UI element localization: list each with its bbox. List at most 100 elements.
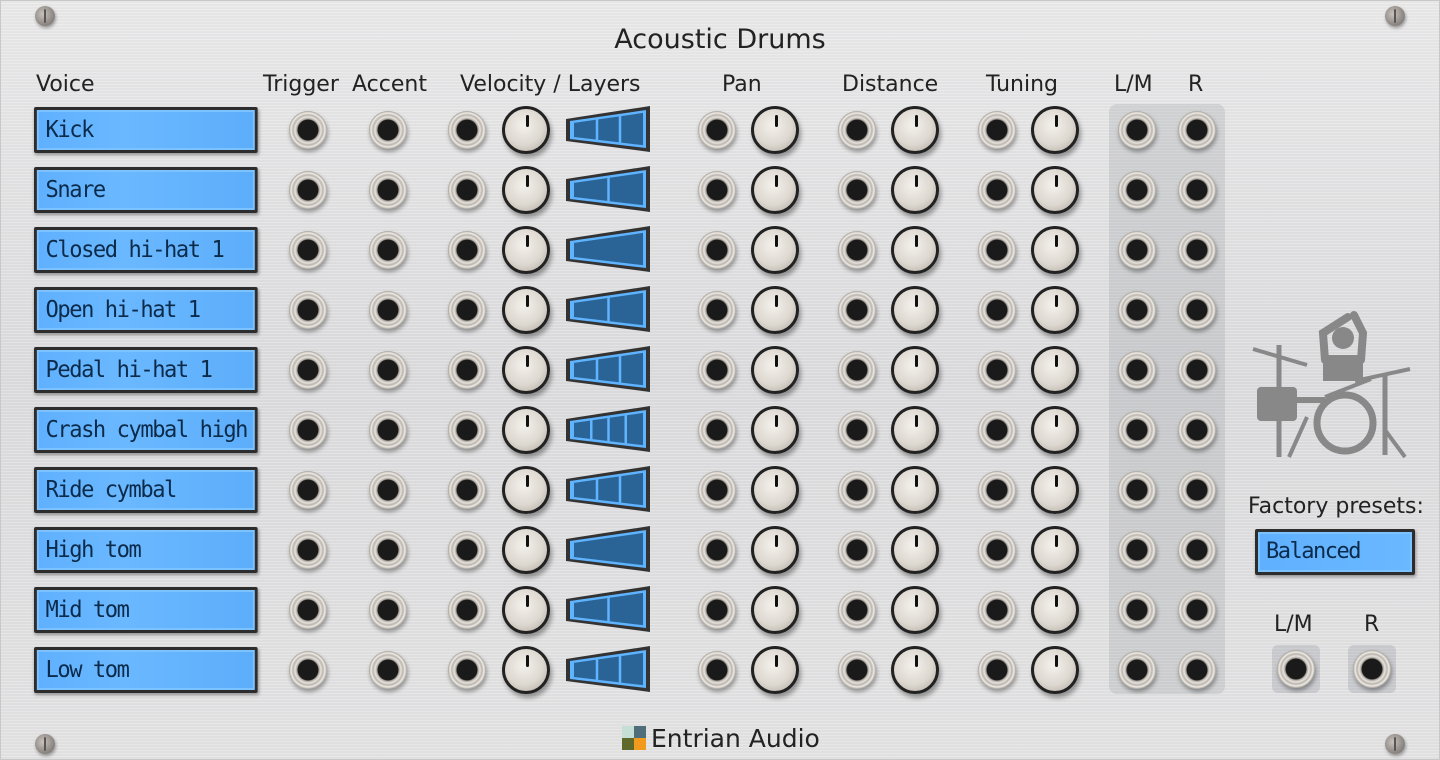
distance-cv-jack[interactable] — [838, 231, 876, 269]
distance-knob[interactable] — [891, 466, 939, 514]
accent-jack[interactable] — [369, 471, 407, 509]
voice-out-left-jack[interactable] — [1118, 591, 1156, 629]
distance-knob[interactable] — [891, 166, 939, 214]
trigger-jack[interactable] — [289, 231, 327, 269]
distance-knob[interactable] — [891, 226, 939, 274]
tuning-knob[interactable] — [1031, 466, 1079, 514]
velocity-cv-jack[interactable] — [448, 411, 486, 449]
velocity-layers-selector[interactable] — [565, 285, 651, 333]
voice-out-right-jack[interactable] — [1178, 231, 1216, 269]
velocity-layers-selector[interactable] — [565, 645, 651, 693]
tuning-knob[interactable] — [1031, 346, 1079, 394]
distance-cv-jack[interactable] — [838, 291, 876, 329]
pan-cv-jack[interactable] — [698, 651, 736, 689]
velocity-layers-selector[interactable] — [565, 465, 651, 513]
tuning-knob[interactable] — [1031, 106, 1079, 154]
distance-knob[interactable] — [891, 586, 939, 634]
pan-cv-jack[interactable] — [698, 471, 736, 509]
tuning-knob[interactable] — [1031, 226, 1079, 274]
voice-select-display[interactable]: Kick — [34, 107, 258, 153]
pan-knob[interactable] — [751, 406, 799, 454]
voice-out-left-jack[interactable] — [1118, 531, 1156, 569]
velocity-knob[interactable] — [502, 346, 550, 394]
distance-knob[interactable] — [891, 406, 939, 454]
distance-knob[interactable] — [891, 526, 939, 574]
master-out-left-jack[interactable] — [1277, 650, 1315, 688]
voice-out-right-jack[interactable] — [1178, 291, 1216, 329]
velocity-layers-selector[interactable] — [565, 585, 651, 633]
trigger-jack[interactable] — [289, 531, 327, 569]
pan-knob[interactable] — [751, 166, 799, 214]
velocity-cv-jack[interactable] — [448, 591, 486, 629]
tuning-cv-jack[interactable] — [978, 411, 1016, 449]
trigger-jack[interactable] — [289, 591, 327, 629]
velocity-knob[interactable] — [502, 466, 550, 514]
tuning-cv-jack[interactable] — [978, 471, 1016, 509]
distance-cv-jack[interactable] — [838, 111, 876, 149]
velocity-knob[interactable] — [502, 646, 550, 694]
voice-select-display[interactable]: Ride cymbal — [34, 467, 258, 513]
pan-knob[interactable] — [751, 106, 799, 154]
voice-out-right-jack[interactable] — [1178, 471, 1216, 509]
trigger-jack[interactable] — [289, 291, 327, 329]
voice-select-display[interactable]: Open hi-hat 1 — [34, 287, 258, 333]
pan-knob[interactable] — [751, 526, 799, 574]
voice-out-left-jack[interactable] — [1118, 111, 1156, 149]
velocity-cv-jack[interactable] — [448, 111, 486, 149]
trigger-jack[interactable] — [289, 171, 327, 209]
velocity-layers-selector[interactable] — [565, 165, 651, 213]
tuning-knob[interactable] — [1031, 586, 1079, 634]
trigger-jack[interactable] — [289, 411, 327, 449]
velocity-layers-selector[interactable] — [565, 225, 651, 273]
voice-select-display[interactable]: High tom — [34, 527, 258, 573]
accent-jack[interactable] — [369, 531, 407, 569]
voice-select-display[interactable]: Pedal hi-hat 1 — [34, 347, 258, 393]
accent-jack[interactable] — [369, 411, 407, 449]
tuning-cv-jack[interactable] — [978, 351, 1016, 389]
distance-cv-jack[interactable] — [838, 531, 876, 569]
pan-cv-jack[interactable] — [698, 291, 736, 329]
accent-jack[interactable] — [369, 111, 407, 149]
tuning-knob[interactable] — [1031, 286, 1079, 334]
voice-out-right-jack[interactable] — [1178, 591, 1216, 629]
velocity-cv-jack[interactable] — [448, 351, 486, 389]
velocity-cv-jack[interactable] — [448, 651, 486, 689]
accent-jack[interactable] — [369, 651, 407, 689]
pan-knob[interactable] — [751, 346, 799, 394]
accent-jack[interactable] — [369, 231, 407, 269]
tuning-cv-jack[interactable] — [978, 291, 1016, 329]
velocity-cv-jack[interactable] — [448, 471, 486, 509]
voice-out-left-jack[interactable] — [1118, 171, 1156, 209]
factory-presets-display[interactable]: Balanced — [1255, 529, 1415, 575]
distance-cv-jack[interactable] — [838, 171, 876, 209]
tuning-cv-jack[interactable] — [978, 231, 1016, 269]
accent-jack[interactable] — [369, 171, 407, 209]
tuning-knob[interactable] — [1031, 166, 1079, 214]
voice-out-left-jack[interactable] — [1118, 291, 1156, 329]
distance-cv-jack[interactable] — [838, 471, 876, 509]
tuning-cv-jack[interactable] — [978, 531, 1016, 569]
velocity-knob[interactable] — [502, 286, 550, 334]
distance-knob[interactable] — [891, 286, 939, 334]
velocity-knob[interactable] — [502, 406, 550, 454]
velocity-knob[interactable] — [502, 586, 550, 634]
velocity-cv-jack[interactable] — [448, 531, 486, 569]
tuning-knob[interactable] — [1031, 526, 1079, 574]
tuning-cv-jack[interactable] — [978, 171, 1016, 209]
velocity-layers-selector[interactable] — [565, 105, 651, 153]
voice-out-right-jack[interactable] — [1178, 351, 1216, 389]
velocity-cv-jack[interactable] — [448, 231, 486, 269]
pan-knob[interactable] — [751, 586, 799, 634]
distance-knob[interactable] — [891, 646, 939, 694]
distance-cv-jack[interactable] — [838, 591, 876, 629]
distance-cv-jack[interactable] — [838, 411, 876, 449]
velocity-layers-selector[interactable] — [565, 525, 651, 573]
voice-out-right-jack[interactable] — [1178, 531, 1216, 569]
pan-knob[interactable] — [751, 226, 799, 274]
voice-out-left-jack[interactable] — [1118, 231, 1156, 269]
voice-out-right-jack[interactable] — [1178, 411, 1216, 449]
pan-knob[interactable] — [751, 466, 799, 514]
velocity-knob[interactable] — [502, 106, 550, 154]
velocity-cv-jack[interactable] — [448, 291, 486, 329]
velocity-layers-selector[interactable] — [565, 405, 651, 453]
